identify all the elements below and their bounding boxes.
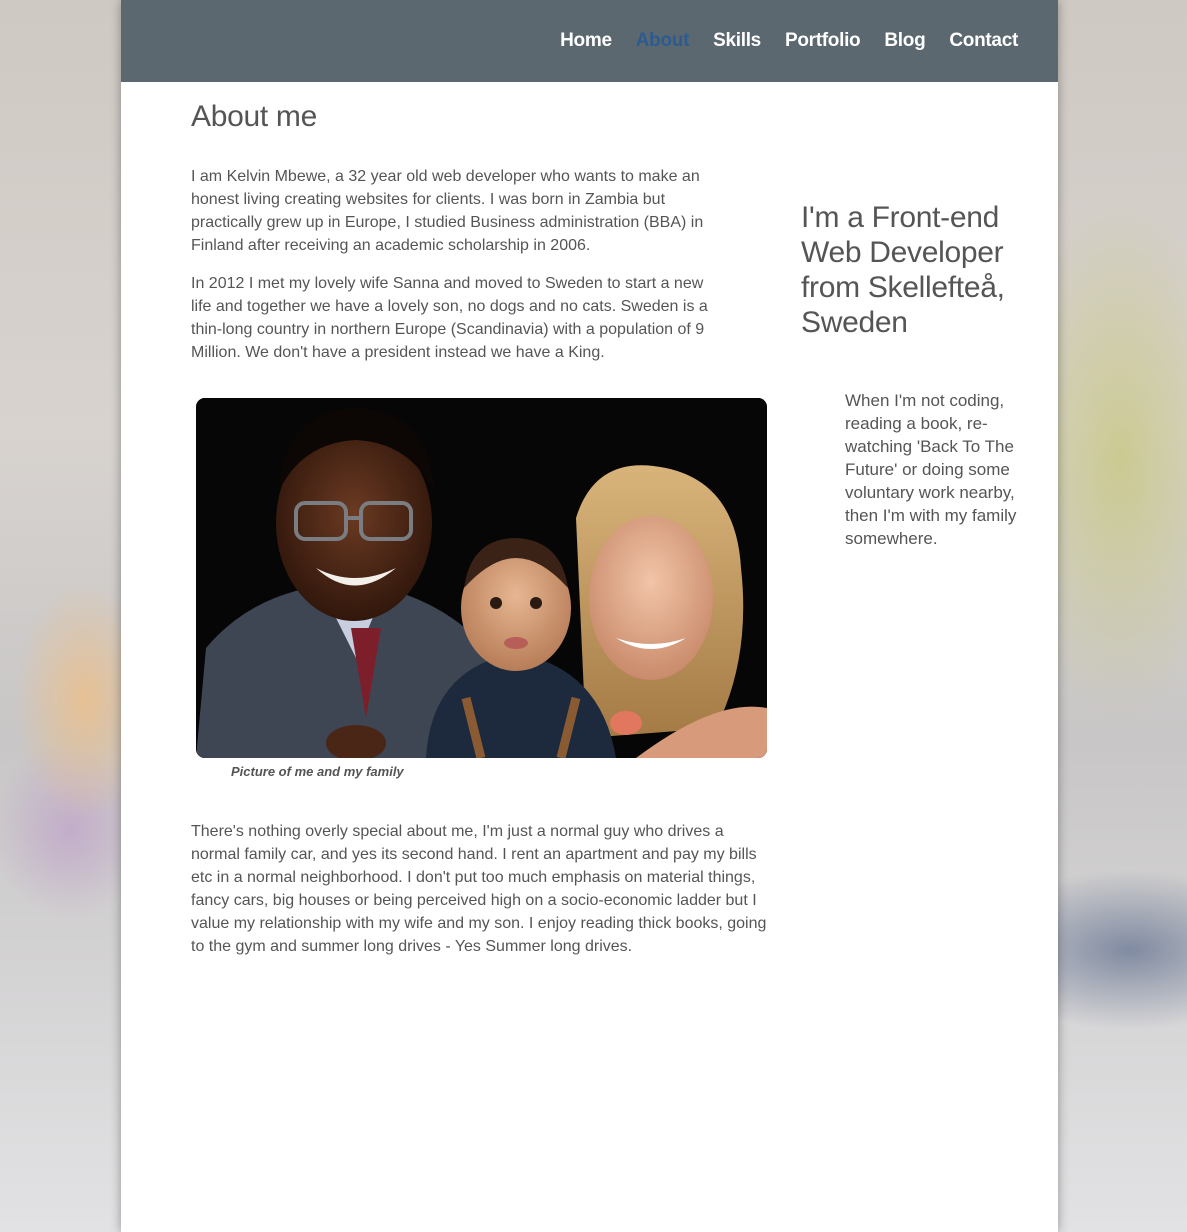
main-content: About me I am Kelvin Mbewe, a 32 year ol…	[191, 100, 771, 955]
sidebar-heading: I'm a Front-end Web Developer from Skell…	[801, 201, 1005, 339]
nav-about[interactable]: About	[636, 30, 690, 52]
site-header: Home About Skills Portfolio Blog Contact	[121, 0, 1058, 82]
nav-portfolio[interactable]: Portfolio	[785, 30, 861, 52]
intro-paragraph: I am Kelvin Mbewe, a 32 year old web dev…	[191, 168, 704, 254]
photo-caption: Picture of me and my family	[231, 764, 404, 779]
page-container: Home About Skills Portfolio Blog Contact…	[121, 0, 1058, 1232]
page-title: About me	[191, 100, 318, 133]
main-nav: Home About Skills Portfolio Blog Contact	[560, 30, 1018, 52]
nav-contact[interactable]: Contact	[949, 30, 1018, 52]
nav-home[interactable]: Home	[560, 30, 612, 52]
sidebar-text: When I'm not coding, reading a book, re-…	[845, 391, 1017, 548]
family-photo	[196, 398, 767, 758]
family-paragraph: In 2012 I met my lovely wife Sanna and m…	[191, 275, 708, 361]
nav-skills[interactable]: Skills	[713, 30, 761, 52]
nav-blog[interactable]: Blog	[884, 30, 925, 52]
about-paragraph: There's nothing overly special about me,…	[191, 823, 767, 955]
